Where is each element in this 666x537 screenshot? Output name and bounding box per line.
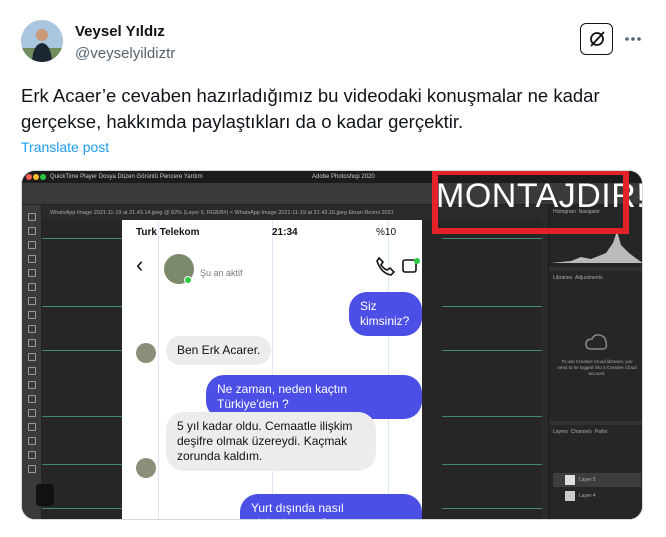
libraries-panel: Libraries Adjustments To use Creative Cl… bbox=[549, 271, 642, 421]
app-title: Adobe Photoshop 2020 bbox=[312, 174, 375, 180]
contact-status: Şu an aktif bbox=[200, 268, 243, 278]
phone-call-icon bbox=[376, 256, 396, 276]
tools-panel bbox=[22, 205, 42, 519]
battery-label: %10 bbox=[376, 227, 397, 238]
message-bubble: 5 yıl kadar oldu. Cemaatle ilişkim deşif… bbox=[166, 412, 376, 471]
grok-button[interactable] bbox=[580, 23, 613, 55]
chat-header: ‹ Şu an aktif bbox=[122, 250, 422, 286]
post: Veysel Yıldız @veyselyildiztr Erk Acaer’… bbox=[0, 0, 666, 537]
creative-cloud-icon bbox=[585, 334, 608, 350]
grok-icon bbox=[589, 31, 605, 47]
online-dot bbox=[184, 276, 192, 284]
message-bubble: Siz kimsiniz? bbox=[349, 292, 422, 336]
author-name[interactable]: Veysel Yıldız bbox=[75, 23, 165, 40]
layer-row: Layer 4 bbox=[553, 489, 641, 503]
sender-avatar bbox=[136, 458, 156, 478]
post-text: Erk Acaer’e cevaben hazırladığımız bu vi… bbox=[21, 85, 600, 132]
layer-row: Layer 5 bbox=[553, 473, 641, 487]
avatar-image bbox=[21, 20, 63, 62]
phone-screenshot: Turk Telekom 21:34 %10 ‹ Şu an aktif Siz… bbox=[122, 220, 422, 519]
dock-icon bbox=[36, 484, 54, 506]
carrier-label: Turk Telekom bbox=[136, 227, 200, 238]
back-chevron-icon: ‹ bbox=[136, 252, 144, 277]
right-panels: Histogram Navigator Libraries Adjustment… bbox=[548, 205, 642, 519]
author-avatar[interactable] bbox=[21, 20, 63, 62]
os-menu-text: QuickTime Player Dosya Düzen Görüntü Pen… bbox=[50, 174, 203, 180]
more-icon bbox=[625, 37, 641, 41]
layers-panel: Layers Channels Paths Layer 5 Layer 4 bbox=[549, 425, 642, 519]
highlight-box bbox=[432, 171, 629, 234]
translate-post-link[interactable]: Translate post bbox=[21, 139, 109, 155]
video-call-icon bbox=[402, 258, 420, 273]
post-media[interactable]: QuickTime Player Dosya Düzen Görüntü Pen… bbox=[21, 170, 643, 520]
message-bubble: Yurt dışında nasıl gizleniyorsun? bbox=[240, 494, 422, 519]
author-handle[interactable]: @veyselyildiztr bbox=[75, 45, 175, 62]
phone-time: 21:34 bbox=[272, 227, 298, 238]
more-button[interactable] bbox=[620, 26, 646, 52]
phone-status-bar: Turk Telekom 21:34 %10 bbox=[122, 226, 422, 242]
libraries-tabs: Libraries Adjustments bbox=[553, 275, 603, 281]
sender-avatar bbox=[136, 343, 156, 363]
message-bubble: Ben Erk Acarer. bbox=[166, 336, 272, 365]
libraries-message: To use Creative Cloud libraries, you nee… bbox=[557, 359, 637, 376]
layers-tabs: Layers Channels Paths bbox=[553, 429, 608, 435]
